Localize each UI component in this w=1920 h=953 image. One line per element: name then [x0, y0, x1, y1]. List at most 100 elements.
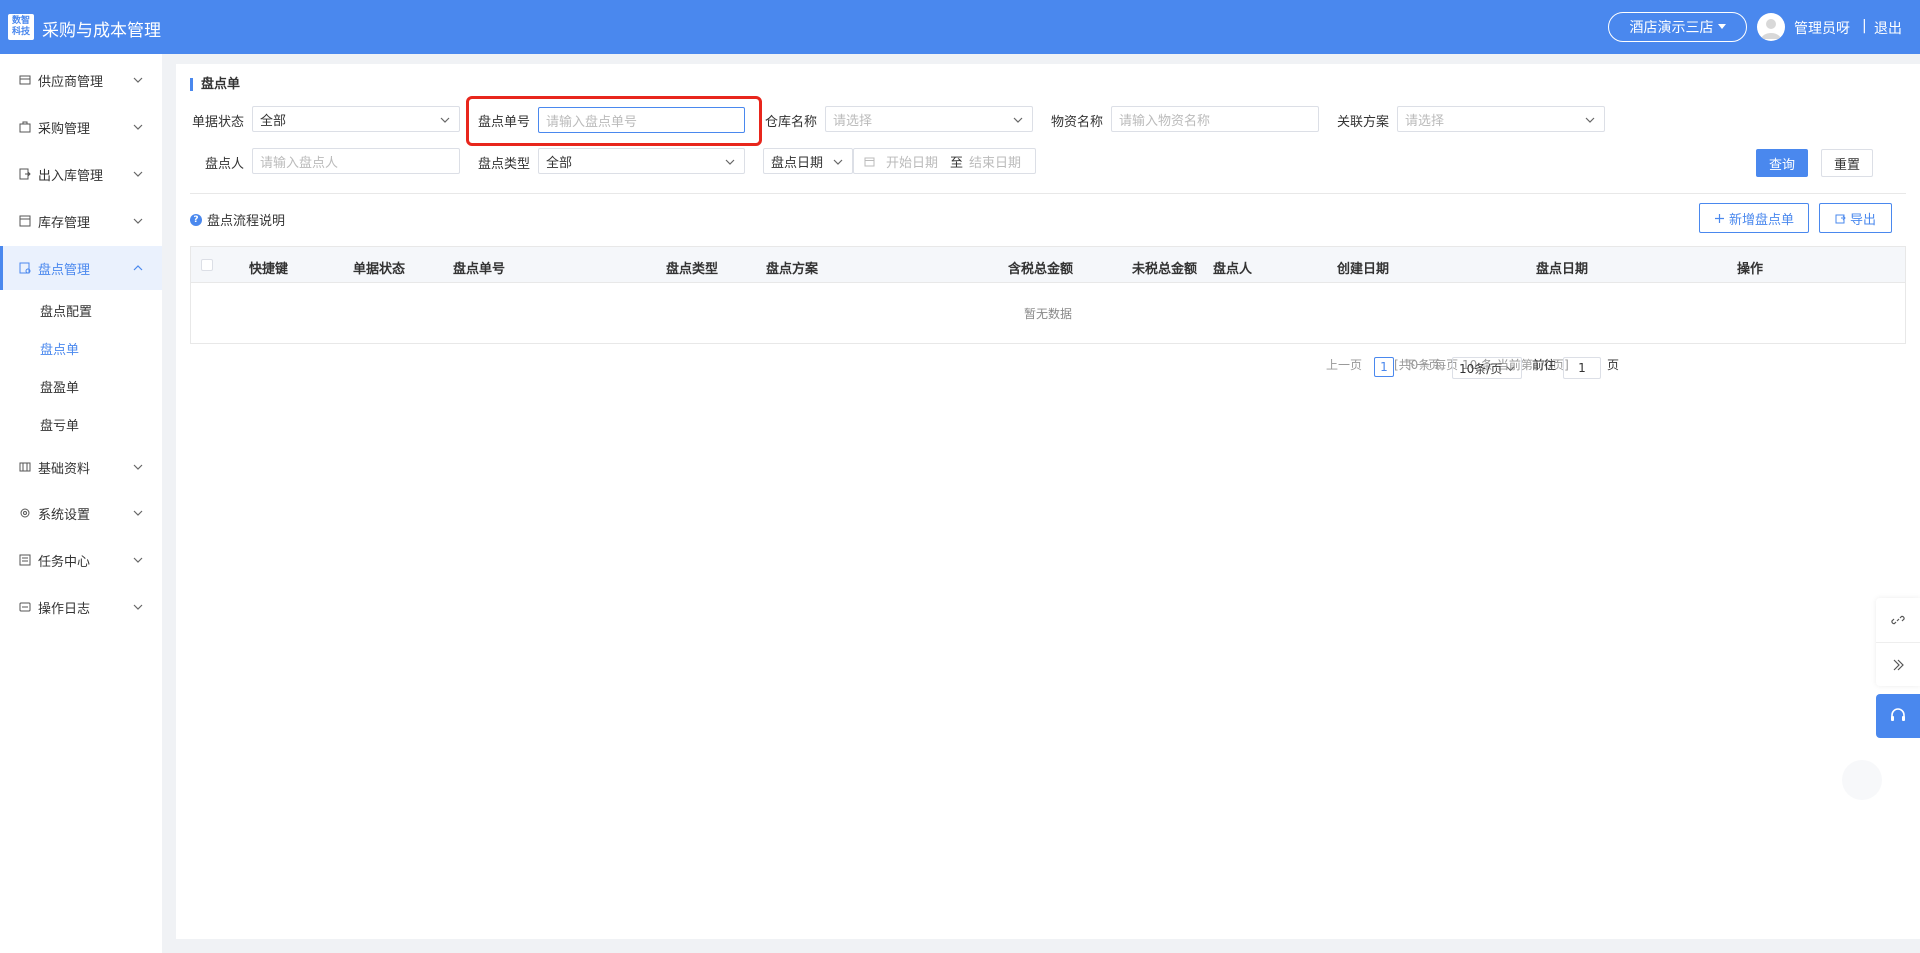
person-label: 盘点人 [205, 157, 245, 172]
col-type: 盘点类型 [666, 262, 719, 277]
process-help-link[interactable]: ? 盘点流程说明 [190, 210, 285, 229]
start-date-placeholder: 开始日期 [886, 155, 939, 171]
chevron-down-icon [133, 124, 143, 130]
purchase-icon [19, 121, 31, 133]
empty-state: 暂无数据 [1023, 306, 1072, 321]
pagination-prev[interactable]: 上一页 [1326, 356, 1362, 373]
order-no-input[interactable]: 请输入盘点单号 [538, 107, 745, 133]
stock-in-out-icon [19, 168, 31, 180]
sidebar-item-operation-log[interactable]: 操作日志 [0, 585, 162, 629]
sidebar-item-stock-in-out[interactable]: 出入库管理 [0, 152, 162, 196]
status-label: 单据状态 [192, 115, 245, 130]
sidebar-item-inventory[interactable]: 库存管理 [0, 199, 162, 243]
chevron-up-icon [133, 265, 143, 271]
float-toolbar [1876, 598, 1920, 686]
help-icon: ? [190, 213, 202, 226]
status-select[interactable]: 全部 [252, 106, 460, 132]
sidebar-subitem-stocktake-order[interactable]: 盘点单 [40, 339, 79, 358]
sidebar-item-purchase[interactable]: 采购管理 [0, 105, 162, 149]
status-value: 全部 [260, 113, 287, 129]
col-actions: 操作 [1737, 262, 1764, 277]
pagination-next[interactable]: 下一页 [1404, 356, 1440, 373]
material-label: 物资名称 [1051, 115, 1104, 130]
table-header: 快捷键 单据状态 盘点单号 盘点类型 盘点方案 含税总金额 未税总金额 盘点人 … [191, 247, 1905, 283]
reset-button[interactable]: 重置 [1821, 149, 1873, 177]
sidebar-item-supplier[interactable]: 供应商管理 [0, 58, 162, 102]
sidebar-item-settings[interactable]: 系统设置 [0, 491, 162, 535]
col-order-no: 盘点单号 [453, 262, 506, 277]
sidebar-item-label: 盘点管理 [38, 262, 91, 278]
logout-link[interactable]: 退出 [1874, 18, 1902, 38]
link-button[interactable] [1876, 598, 1920, 642]
material-placeholder: 请输入物资名称 [1119, 113, 1211, 129]
customer-service-button[interactable] [1876, 694, 1920, 738]
store-name: 酒店演示三店 [1629, 20, 1714, 36]
page-size-value: 10条/页 [1459, 361, 1503, 376]
warehouse-label: 仓库名称 [765, 115, 818, 130]
sidebar-item-label: 采购管理 [38, 121, 91, 137]
chevron-down-icon [133, 464, 143, 470]
warehouse-select[interactable]: 请选择 [825, 106, 1033, 132]
plus-icon [1714, 213, 1724, 223]
goto-page-input[interactable]: 1 [1563, 357, 1601, 379]
caret-down-icon [1717, 24, 1726, 29]
export-button[interactable]: 导出 [1819, 203, 1892, 233]
date-type-value: 盘点日期 [771, 155, 824, 171]
person-placeholder: 请输入盘点人 [260, 155, 339, 171]
chevron-down-icon [133, 77, 143, 83]
sidebar-item-stocktake[interactable]: 盘点管理 [0, 246, 162, 290]
sidebar-subitem-stocktake-config[interactable]: 盘点配置 [40, 301, 92, 320]
chevron-down-icon [133, 510, 143, 516]
date-range-picker[interactable]: 开始日期 至 结束日期 [853, 148, 1036, 174]
chevron-down-icon [1585, 117, 1595, 123]
select-all-checkbox[interactable] [201, 259, 213, 271]
range-separator: 至 [950, 155, 964, 171]
filter-divider [190, 193, 1906, 194]
log-icon [19, 601, 31, 613]
sidebar-item-label: 出入库管理 [38, 168, 104, 184]
page-unit-label: 页 [1607, 358, 1620, 372]
pagination-current-page[interactable]: 1 [1374, 357, 1394, 377]
sidebar-subitem-deficit[interactable]: 盘亏单 [40, 415, 79, 434]
end-date-placeholder: 结束日期 [969, 155, 1022, 171]
plan-placeholder: 请选择 [1405, 113, 1445, 129]
avatar[interactable] [1757, 13, 1785, 41]
inventory-icon [19, 215, 31, 227]
page-size-select[interactable]: 10条/页 [1452, 357, 1522, 379]
top-header: 数智科技 采购与成本管理 酒店演示三店 管理员呀 | 退出 [0, 0, 1920, 54]
col-status: 单据状态 [353, 262, 406, 277]
sidebar-item-label: 操作日志 [38, 601, 91, 617]
help-text: 盘点流程说明 [207, 214, 286, 229]
sidebar-subitem-surplus[interactable]: 盘盈单 [40, 377, 79, 396]
type-label: 盘点类型 [478, 157, 531, 172]
order-no-label: 盘点单号 [478, 115, 531, 130]
collapse-button[interactable] [1876, 642, 1920, 686]
headset-icon [1891, 708, 1905, 721]
query-button[interactable]: 查询 [1756, 149, 1808, 177]
plan-select[interactable]: 请选择 [1397, 106, 1605, 132]
chevron-down-icon [133, 604, 143, 610]
sidebar-item-basic-data[interactable]: 基础资料 [0, 445, 162, 489]
export-icon [1835, 214, 1846, 223]
sidebar-item-label: 任务中心 [38, 554, 91, 570]
sidebar-item-label: 基础资料 [38, 461, 91, 477]
date-type-select[interactable]: 盘点日期 [763, 148, 853, 174]
gear-icon [19, 507, 31, 519]
store-selector[interactable]: 酒店演示三店 [1608, 12, 1747, 42]
app-title: 采购与成本管理 [42, 21, 161, 41]
sidebar-item-label: 系统设置 [38, 507, 91, 523]
add-stocktake-button[interactable]: 新增盘点单 [1699, 203, 1809, 233]
sidebar-item-label: 供应商管理 [38, 74, 104, 90]
chevron-down-icon [133, 171, 143, 177]
sidebar-item-task-center[interactable]: 任务中心 [0, 538, 162, 582]
chevron-down-icon [1506, 366, 1515, 372]
plan-label: 关联方案 [1337, 115, 1390, 130]
type-select[interactable]: 全部 [538, 148, 745, 174]
chevron-down-icon [133, 557, 143, 563]
calendar-icon [864, 157, 875, 166]
person-input[interactable]: 请输入盘点人 [252, 148, 460, 174]
sidebar-item-label: 库存管理 [38, 215, 91, 231]
material-input[interactable]: 请输入物资名称 [1111, 106, 1319, 132]
add-label: 新增盘点单 [1728, 212, 1794, 228]
chevron-down-icon [833, 159, 843, 165]
